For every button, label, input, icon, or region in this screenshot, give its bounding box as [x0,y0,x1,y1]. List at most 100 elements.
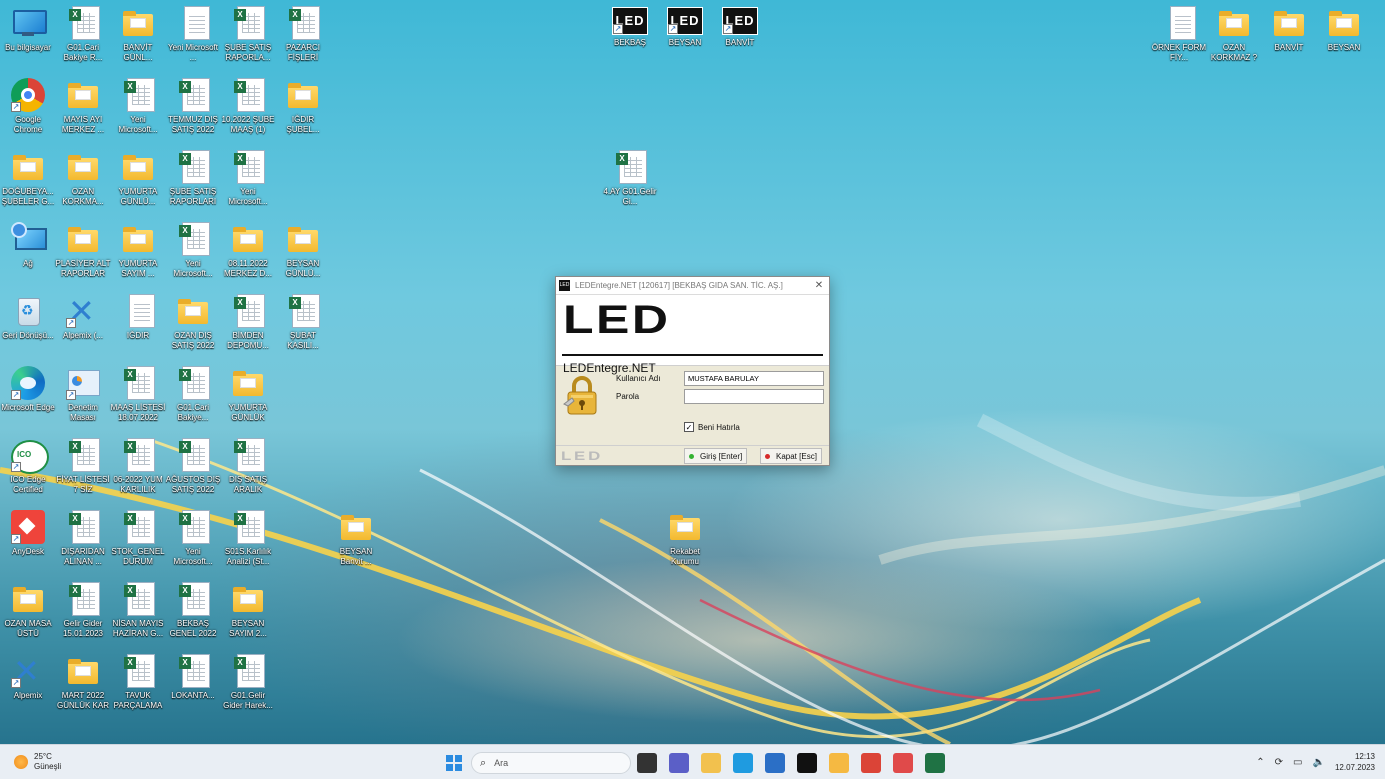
desktop-icon[interactable]: IĞDIR ŞUBEL... [275,78,331,148]
network-icon[interactable]: ▭ [1293,757,1302,768]
folder-icon [668,510,702,544]
desktop-icon[interactable]: ↗ BEYSAN [657,4,713,74]
volume-icon[interactable]: 🔈 [1313,757,1325,768]
remember-checkbox[interactable]: ✓ [684,422,694,432]
desktop-icon[interactable]: BEYSAN GÜNLÜ... [275,222,331,292]
username-field[interactable] [684,371,824,386]
chevron-up-icon[interactable]: ⌃ [1256,757,1264,768]
desktop-icon[interactable]: BANVİT [1261,6,1317,76]
clock[interactable]: 12:13 12.07.2023 [1335,751,1375,773]
desktop-icon[interactable]: Yeni Microsoft... [220,150,276,220]
desktop-icon[interactable]: ↗ ICO Edge Certified [0,438,56,508]
desktop-icon[interactable]: DOĞUBEYA... ŞUBELER G... [0,150,56,220]
desktop-icon[interactable]: BEYSAN [1316,6,1372,76]
chat-icon[interactable] [669,753,689,773]
desktop-icon[interactable]: ↗ Microsoft Edge [0,366,56,436]
password-field[interactable] [684,389,824,404]
desktop-icon[interactable]: BEYSAN SAYIM 2... [220,582,276,652]
desktop-icon[interactable]: LOKANTA... [165,654,221,724]
desktop-icon[interactable]: ↗ Alpemix [0,652,56,724]
desktop-icon[interactable]: BEKBAŞ GENEL 2022 [165,582,221,652]
login-dialog: LED LEDEntegre.NET [120617] [BEKBAŞ GIDA… [555,276,830,466]
desktop-icon[interactable]: OZAN MASA ÜSTÜ [0,582,56,652]
desktop-icon[interactable]: BANVİT GÜNL... [110,6,166,76]
desktop-icon[interactable]: NİSAN MAYIS HAZİRAN G... [110,582,166,652]
desktop-icon[interactable]: Bu bilgisayar [0,6,56,76]
desktop-icon[interactable]: YUMURTA SAYIM ... [110,222,166,292]
desktop-icon[interactable]: YUMURTA GÜNLÜK [220,366,276,436]
folder-app-icon[interactable] [829,753,849,773]
search-input[interactable]: ⌕ Ara [471,752,631,774]
weather-widget[interactable]: 25°C Güneşli [14,752,61,772]
close-icon[interactable]: ✕ [809,280,829,291]
desktop-icon[interactable]: BİMDEN DEPOMU... [220,294,276,364]
login-button-label: Giriş [Enter] [700,451,743,461]
desktop-icon[interactable]: ↗ Google Chrome [0,78,56,148]
dialog-titlebar[interactable]: LED LEDEntegre.NET [120617] [BEKBAŞ GIDA… [556,277,829,295]
mail-icon[interactable] [765,753,785,773]
desktop-icon[interactable]: MAYIS AYI MERKEZ ... [55,78,111,148]
desktop-icon[interactable]: ŞUBE SATIŞ RAPORLARI [165,150,221,220]
desktop-icon[interactable]: Yeni Microsoft... [165,510,221,580]
desktop-icon[interactable]: STOK_GENEL DURUM [110,510,166,580]
desktop-icon[interactable]: Geri Dönüşü... [0,294,56,364]
shortcut-arrow-icon: ↗ [668,24,678,34]
desktop-icon[interactable]: S01S.Karlılık Analizi (St... [220,510,276,580]
file-explorer-icon[interactable] [701,753,721,773]
desktop-icon[interactable]: DIŞ SATIŞ ARALIK [220,438,276,508]
folder-icon [121,6,155,40]
desktop-icon[interactable]: OZAN KORKMA... [55,150,111,220]
xls-icon [179,222,210,256]
desktop-icon[interactable]: G01.Gelir Gider Harek... [220,654,276,724]
desktop-icon[interactable]: Rekabet Kurumu [657,510,713,580]
desktop-icon[interactable]: IĞDIR [110,294,166,364]
desktop-icon[interactable]: OZAN KORKMAZ ? [1206,6,1262,76]
desktop-icon[interactable]: PAZARCI FİŞLERİ [275,6,331,76]
desktop-icon[interactable]: PLASİYER ALT RAPORLAR [55,222,111,292]
desktop-icon[interactable]: TAVUK PARÇALAMA [110,654,166,724]
desktop-icon[interactable]: 06-2022 YUM KARLILIK [110,438,166,508]
desktop-icon[interactable]: DIŞARIDAN ALINAN ... [55,510,111,580]
desktop-icon[interactable]: 4.AY G01.Gelir Gi... [602,150,658,220]
desktop-icon[interactable]: AĞUSTOS DIŞ SATIŞ 2022 [165,438,221,508]
excel-icon[interactable] [925,753,945,773]
desktop-icon[interactable]: MAAŞ LİSTESİ 18.07.2022 [110,366,166,436]
desktop-icon[interactable]: TEMMUZ DIŞ SATIŞ 2022 [165,78,221,148]
desktop-icon[interactable]: Yeni Microsoft... [110,78,166,148]
desktop-icon[interactable]: G01.Cari Bakiye R... [55,6,111,76]
desktop-icon[interactable]: 08.11.2022 MERKEZ D... [220,222,276,292]
desktop-icon[interactable]: ↗ AnyDesk [0,510,56,580]
led-app-icon[interactable] [797,753,817,773]
desktop-icon[interactable]: ÖRNEK FORM FİY... [1151,6,1207,76]
desktop-icon[interactable]: ↗ BEKBAŞ [602,4,658,74]
xls-icon [179,150,210,184]
desktop-icon[interactable]: Yeni Microsoft... [165,222,221,292]
desktop-icon[interactable]: ŞUBAT KASILI... [275,294,331,364]
chrome-icon[interactable] [861,753,881,773]
desktop-icon[interactable]: ↗ Denetim Masası [55,366,111,436]
desktop-icon[interactable]: OZAN DIŞ SATIŞ 2022 [165,294,221,364]
folder-icon [339,510,373,544]
desktop-icon[interactable]: ŞUBE SATIŞ RAPORLA... [220,6,276,76]
desktop-icon[interactable]: FİYAT LİSTESİ 7 SİZ [55,438,111,508]
desktop-icon[interactable]: YUMURTA GÜNLÜ... [110,150,166,220]
desktop-icon[interactable]: G01.Cari Bakiye... [165,366,221,436]
desktop-icon[interactable]: MART 2022 GÜNLÜK KAR [55,654,111,724]
desktop-icon[interactable]: 10.2022 ŞUBE MAAŞ (1) [220,78,276,148]
close-button[interactable]: Kapat [Esc] [760,448,822,464]
shortcut-arrow-icon: ↗ [66,318,76,328]
snipping-tool-icon[interactable] [893,753,913,773]
desktop-icon[interactable]: ↗ Alpemix (... [55,292,111,364]
start-button[interactable] [444,753,464,773]
desktop-icon-label: YUMURTA GÜNLÜK [228,403,268,422]
system-tray: ⌃ ⟳ ▭ 🔈 12:13 12.07.2023 [1256,751,1375,773]
task-view-icon[interactable] [637,753,657,773]
desktop-icon[interactable]: BEYSAN Banvit ... [328,510,384,580]
desktop-icon[interactable]: ↗ BANVİT [712,4,768,74]
edge-icon[interactable] [733,753,753,773]
login-button[interactable]: Giriş [Enter] [684,448,748,464]
desktop-icon[interactable]: Gelir Gider 15.01.2023 [55,582,111,652]
desktop-icon[interactable]: Ağ [0,222,56,292]
sync-icon[interactable]: ⟳ [1275,757,1283,768]
desktop-icon[interactable]: Yeni Microsoft ... [165,6,221,76]
